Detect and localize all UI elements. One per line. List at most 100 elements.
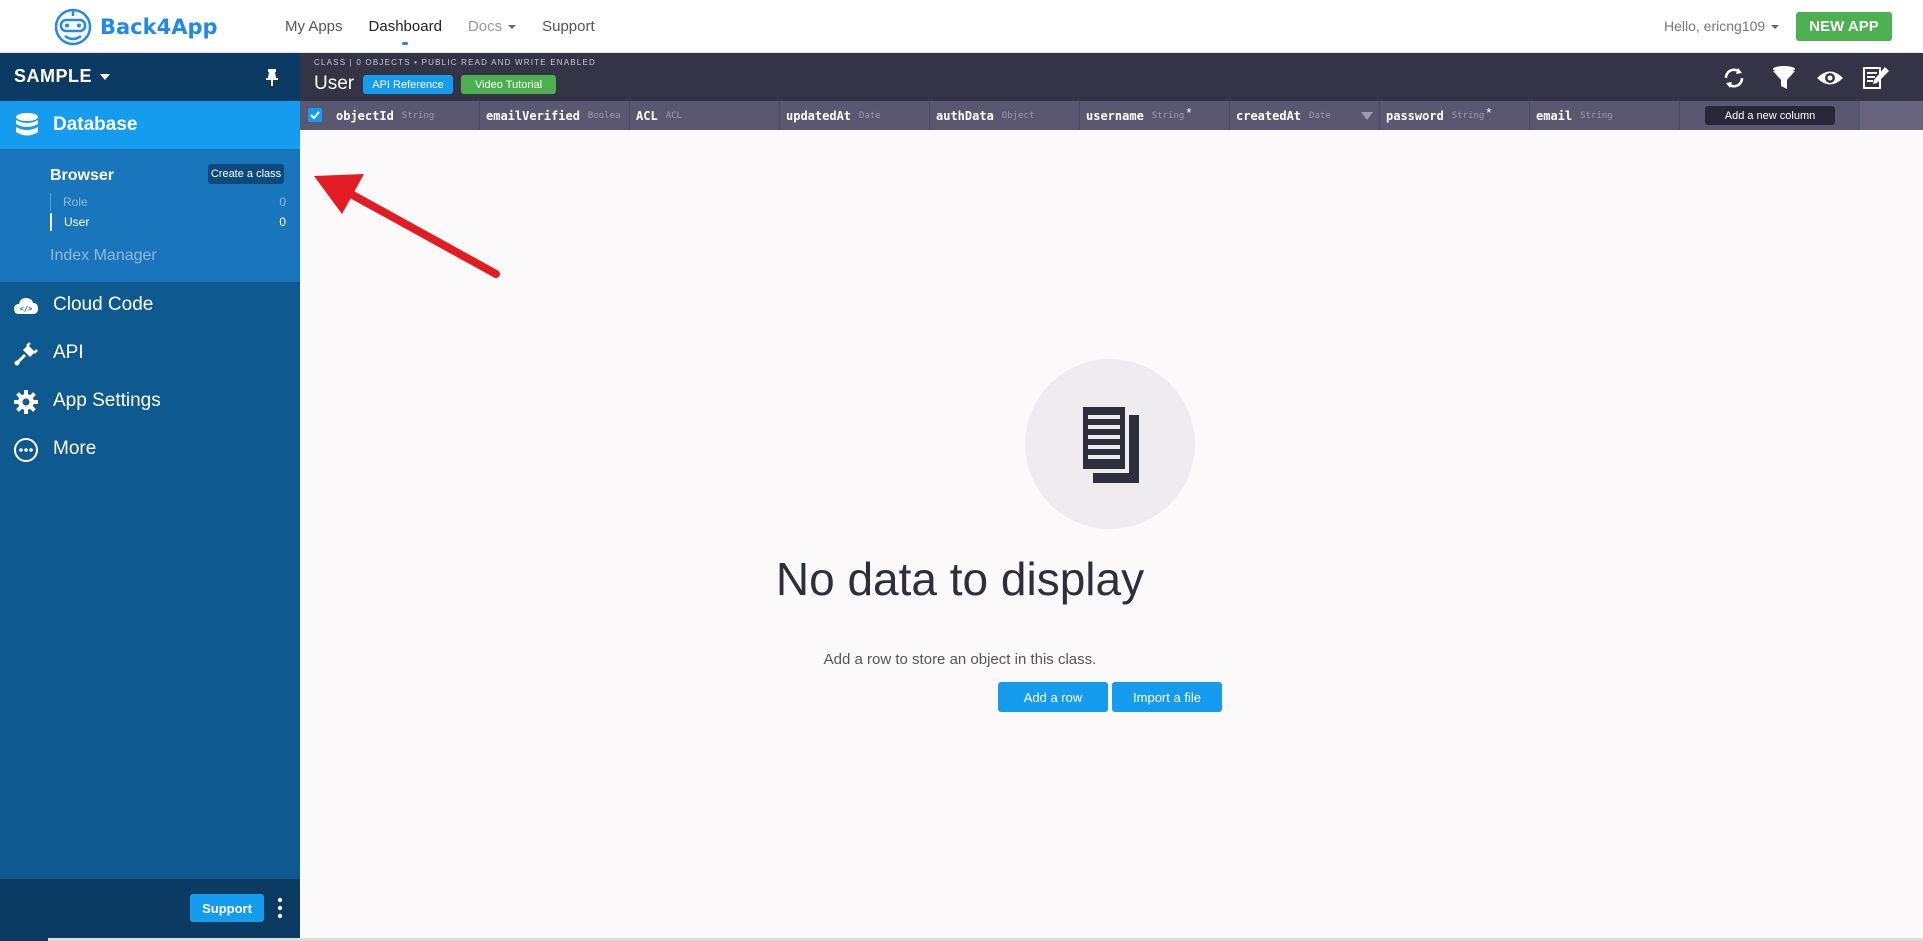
filter-icon[interactable] xyxy=(1770,64,1798,92)
add-row-button[interactable]: Add a row xyxy=(998,682,1108,712)
eye-icon[interactable] xyxy=(1816,64,1844,92)
column-name: createdAt xyxy=(1236,108,1302,123)
svg-text:</>: </> xyxy=(20,305,33,313)
sidebar: SAMPLE Database Browser Create a class R… xyxy=(0,53,300,941)
column-header-username[interactable]: username String * xyxy=(1080,101,1230,130)
cloud-code-icon: </> xyxy=(14,298,38,314)
column-header-updatedat[interactable]: updatedAt Date xyxy=(780,101,930,130)
browser-label[interactable]: Browser xyxy=(50,167,114,185)
column-name: objectId xyxy=(336,108,394,123)
sort-descending-icon[interactable] xyxy=(1361,112,1373,120)
user-menu[interactable]: Hello, ericng109 xyxy=(1664,18,1780,34)
sidebar-item-api[interactable]: API xyxy=(0,333,300,373)
database-icon xyxy=(16,113,38,136)
sidebar-footer: Support xyxy=(0,879,300,941)
required-marker: * xyxy=(1486,105,1492,120)
top-navigation: Back4App My Apps Dashboard Docs Support … xyxy=(0,0,1923,53)
sidebar-item-label: API xyxy=(53,342,84,363)
refresh-icon[interactable] xyxy=(1720,64,1748,92)
api-reference-button[interactable]: API Reference xyxy=(363,75,453,94)
column-type: Boolea xyxy=(587,110,621,121)
caret-down-icon xyxy=(100,74,111,81)
import-file-button[interactable]: Import a file xyxy=(1112,682,1222,712)
column-header-email[interactable]: email String xyxy=(1530,101,1680,130)
edit-icon[interactable] xyxy=(1862,64,1890,92)
sidebar-item-more[interactable]: More xyxy=(0,429,300,469)
pin-icon[interactable] xyxy=(264,68,280,86)
sidebar-item-cloud-code[interactable]: </> Cloud Code xyxy=(0,285,300,325)
column-name: username xyxy=(1086,108,1144,123)
column-type: Date xyxy=(1309,110,1331,121)
column-name: password xyxy=(1386,108,1444,123)
column-type: Date xyxy=(859,110,881,121)
documents-icon xyxy=(1079,403,1139,483)
column-name: authData xyxy=(936,108,994,123)
chevron-down-icon xyxy=(1771,25,1780,30)
brand-name: Back4App xyxy=(100,15,218,39)
column-header-password[interactable]: password String * xyxy=(1380,101,1530,130)
column-name: ACL xyxy=(636,108,658,123)
nav-dashboard[interactable]: Dashboard xyxy=(369,18,442,35)
column-type: ACL xyxy=(665,110,682,121)
video-tutorial-button[interactable]: Video Tutorial xyxy=(461,75,556,94)
browser-toolbar: CLASS | 0 OBJECTS • PUBLIC READ AND WRIT… xyxy=(300,53,1923,101)
column-header-emailverified[interactable]: emailVerified Boolea xyxy=(480,101,630,130)
column-type: String xyxy=(1451,110,1485,121)
select-all-checkbox[interactable] xyxy=(308,108,322,122)
column-name: email xyxy=(1536,108,1573,123)
robot-logo-icon xyxy=(54,8,92,46)
column-name: updatedAt xyxy=(786,108,852,123)
class-item-role[interactable]: Role 0 xyxy=(50,193,286,211)
column-type: String xyxy=(1580,110,1613,121)
create-class-button[interactable]: Create a class xyxy=(208,164,284,184)
column-type: Object xyxy=(1001,110,1035,121)
chevron-down-icon xyxy=(508,25,517,30)
class-name: Role xyxy=(63,195,88,209)
nav-support[interactable]: Support xyxy=(542,18,595,35)
column-header-acl[interactable]: ACL ACL xyxy=(630,101,780,130)
support-button[interactable]: Support xyxy=(190,894,264,922)
app-name-label: SAMPLE xyxy=(14,66,93,86)
sidebar-item-label: Cloud Code xyxy=(53,294,154,315)
empty-state-circle xyxy=(1025,359,1195,529)
class-item-user[interactable]: User 0 xyxy=(50,213,286,231)
class-title: User xyxy=(314,73,355,94)
required-marker: * xyxy=(1186,105,1192,120)
class-count: 0 xyxy=(279,195,286,209)
browser-content: No data to display Add a row to store an… xyxy=(300,130,1923,941)
gear-icon xyxy=(14,390,38,414)
sidebar-item-app-settings[interactable]: App Settings xyxy=(0,381,300,421)
user-greeting: Hello, ericng109 xyxy=(1664,18,1766,34)
column-type: String xyxy=(401,110,435,121)
new-app-button[interactable]: NEW APP xyxy=(1796,12,1892,41)
nav-docs-label: Docs xyxy=(467,18,503,35)
column-header-objectid[interactable]: objectId String xyxy=(330,101,480,130)
app-selector[interactable]: SAMPLE xyxy=(0,53,300,101)
nav-docs[interactable]: Docs xyxy=(467,18,517,35)
plug-icon xyxy=(14,342,38,366)
class-count: 0 xyxy=(279,215,286,229)
database-label: Database xyxy=(53,114,138,135)
column-header-row: objectId String emailVerified Boolea ACL… xyxy=(300,101,1923,130)
index-manager-link[interactable]: Index Manager xyxy=(50,247,157,265)
add-column-button[interactable]: Add a new column xyxy=(1705,106,1835,125)
class-name: User xyxy=(64,215,90,229)
empty-state-title: No data to display xyxy=(775,553,1145,605)
app-name: SAMPLE xyxy=(14,66,111,87)
empty-state-subtitle: Add a row to store an object in this cla… xyxy=(823,651,1097,668)
nav-my-apps[interactable]: My Apps xyxy=(285,18,343,35)
sidebar-item-label: App Settings xyxy=(53,390,161,411)
column-header-authdata[interactable]: authData Object xyxy=(930,101,1080,130)
more-icon xyxy=(14,438,38,462)
class-meta: CLASS | 0 OBJECTS • PUBLIC READ AND WRIT… xyxy=(314,58,596,67)
database-submenu: Browser Create a class Role 0 User 0 Ind… xyxy=(0,149,300,282)
sidebar-item-database[interactable]: Database xyxy=(0,101,300,149)
column-header-createdat[interactable]: createdAt Date xyxy=(1230,101,1380,130)
kebab-menu-icon[interactable] xyxy=(276,896,284,920)
annotation-arrow xyxy=(314,174,500,278)
sidebar-item-label: More xyxy=(53,438,97,459)
column-type: String xyxy=(1151,110,1185,121)
brand-logo[interactable]: Back4App xyxy=(52,8,218,46)
nav-links: My Apps Dashboard Docs Support xyxy=(285,18,621,35)
app-root: Back4App My Apps Dashboard Docs Support … xyxy=(0,0,1923,941)
